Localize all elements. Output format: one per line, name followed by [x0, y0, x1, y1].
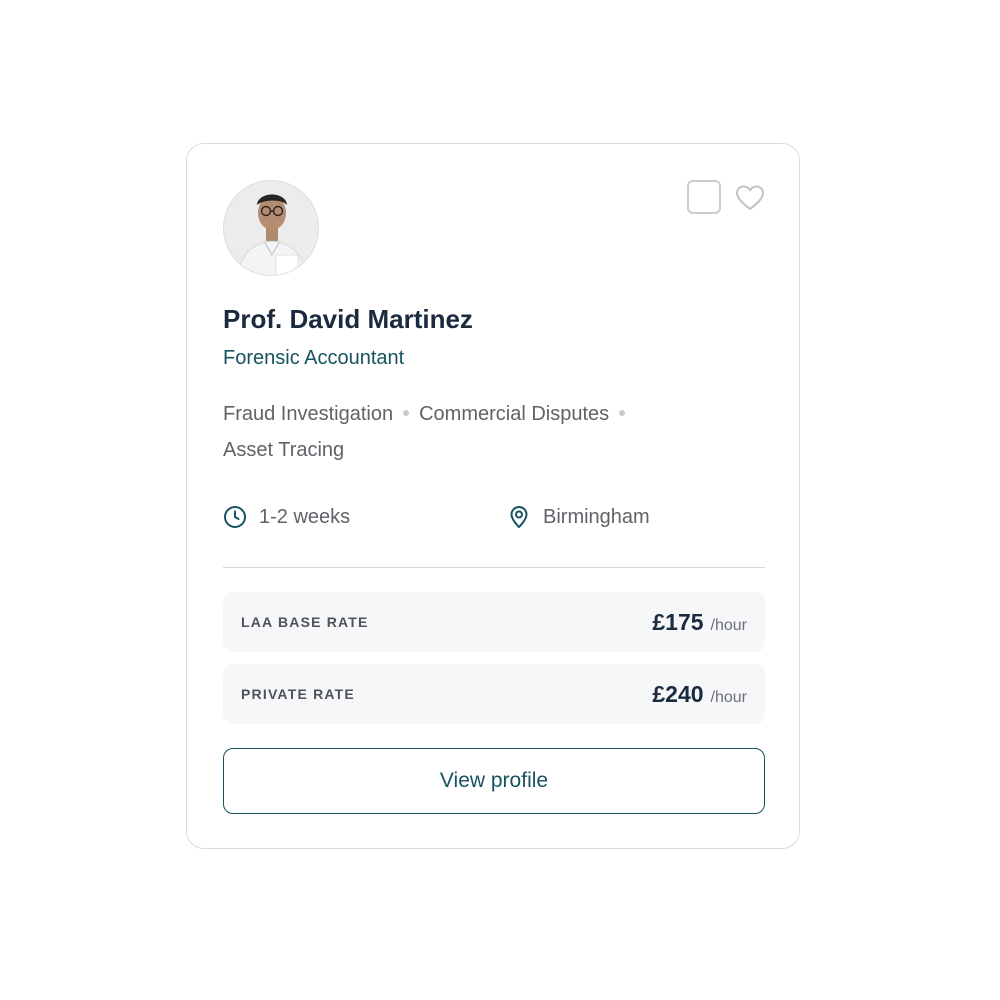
specialty-list: Fraud Investigation Commercial Disputes As… [223, 396, 743, 468]
turnaround-text: 1-2 weeks [259, 505, 351, 528]
location-text: Birmingham [543, 505, 650, 528]
expert-role: Forensic Accountant [223, 347, 405, 369]
rate-label: LAA BASE RATE [241, 614, 369, 630]
select-checkbox[interactable] [687, 180, 721, 214]
specialty-tag: Commercial Disputes [419, 403, 610, 425]
view-profile-button[interactable]: View profile [223, 748, 765, 814]
rate-unit: /hour [710, 616, 747, 634]
private-rate-row: PRIVATE RATE £240 /hour [223, 664, 765, 724]
heart-icon[interactable] [735, 184, 765, 212]
rate-amount: £240 [652, 680, 704, 707]
expert-name: Prof. David Martinez [223, 304, 473, 334]
expert-card: Prof. David Martinez Forensic Accountant… [186, 143, 800, 849]
specialty-tag: Asset Tracing [223, 439, 345, 461]
specialty-tag: Fraud Investigation [223, 403, 394, 425]
rate-value: £240 /hour [652, 681, 747, 708]
rate-value: £175 /hour [652, 609, 747, 636]
rate-unit: /hour [710, 688, 747, 706]
turnaround: 1-2 weeks [223, 502, 350, 532]
laa-rate-row: LAA BASE RATE £175 /hour [223, 592, 765, 652]
rate-amount: £175 [652, 608, 704, 635]
avatar [223, 180, 319, 276]
separator-dot [403, 409, 410, 416]
divider [223, 567, 765, 568]
map-pin-icon [510, 506, 528, 528]
separator-dot [619, 409, 626, 416]
avatar-photo [224, 181, 318, 275]
rate-label: PRIVATE RATE [241, 686, 355, 702]
location: Birmingham [507, 502, 650, 532]
clock-icon [224, 506, 246, 528]
